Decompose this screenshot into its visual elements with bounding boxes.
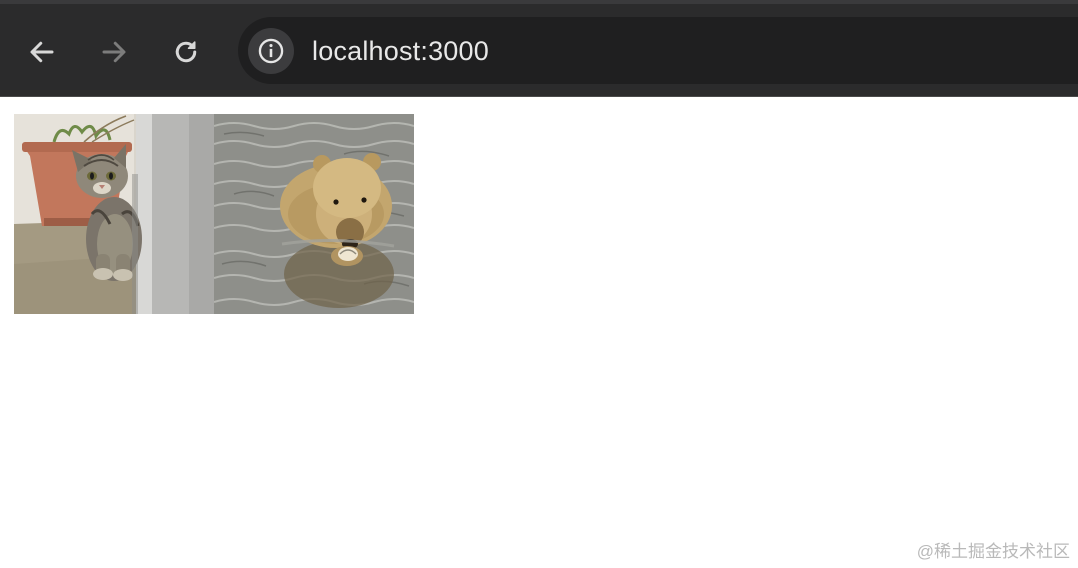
url-text[interactable]: localhost:3000 — [312, 36, 489, 66]
back-button[interactable] — [20, 30, 64, 74]
reload-button[interactable] — [164, 30, 208, 74]
arrow-right-icon — [102, 41, 126, 63]
address-bar[interactable]: localhost:3000 — [238, 17, 1078, 84]
arrow-left-icon — [30, 41, 54, 63]
watermark-text: @稀土掘金技术社区 — [916, 542, 1070, 561]
bear-image — [214, 114, 414, 314]
browser-toolbar: localhost:3000 — [0, 0, 1078, 97]
kitten-image — [14, 114, 214, 314]
browser-window: localhost:3000 @稀土掘金技术社区 — [0, 0, 1078, 568]
image-row — [14, 114, 414, 314]
forward-button[interactable] — [92, 30, 136, 74]
page-content: @稀土掘金技术社区 — [0, 97, 1078, 568]
reload-icon — [175, 41, 197, 63]
info-icon — [258, 38, 284, 64]
site-info-button[interactable] — [248, 28, 294, 74]
